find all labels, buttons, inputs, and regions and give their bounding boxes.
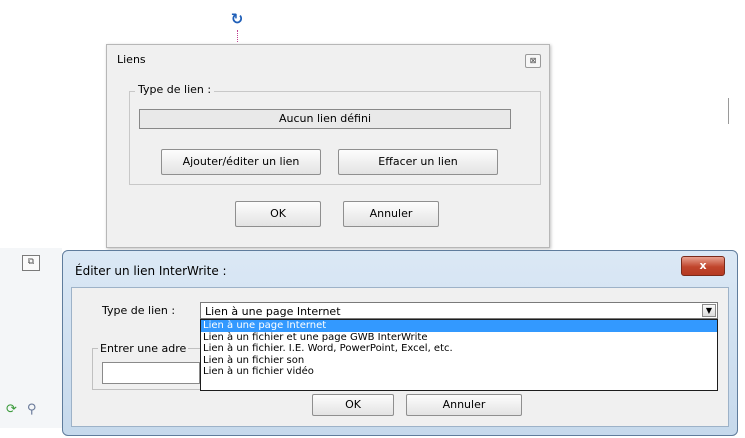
address-input[interactable] <box>102 362 200 384</box>
cancel-button[interactable]: Annuler <box>343 201 439 227</box>
link-type-select[interactable]: Lien à une page Internet ▼ <box>200 302 718 319</box>
dropdown-option[interactable]: Lien à un fichier. I.E. Word, PowerPoint… <box>201 343 717 355</box>
dialog-body: Type de lien : Lien à une page Internet … <box>71 287 729 427</box>
add-edit-link-button[interactable]: Ajouter/éditer un lien <box>161 149 321 175</box>
edit-interwrite-link-dialog: Éditer un lien InterWrite : x Type de li… <box>62 250 738 436</box>
rotate-handle-connector <box>237 30 239 42</box>
cancel-button[interactable]: Annuler <box>406 394 522 416</box>
link-type-dropdown-list: Lien à une page Internet Lien à un fichi… <box>200 319 718 391</box>
dropdown-option[interactable]: Lien à un fichier vidéo <box>201 366 717 378</box>
liens-dialog: Liens ⊠ Type de lien : Aucun lien défini… <box>106 44 550 248</box>
bottom-toolbar: ⟳ ⚲ <box>6 402 36 417</box>
close-icon[interactable]: ⊠ <box>525 54 541 68</box>
refresh-icon[interactable]: ⟳ <box>6 402 17 417</box>
link-type-value: Lien à une page Internet <box>205 305 341 318</box>
copy-window-icon[interactable]: ⧉ <box>22 255 40 271</box>
current-link-display: Aucun lien défini <box>139 109 511 129</box>
ok-button[interactable]: OK <box>312 394 394 416</box>
text-cursor-marker <box>728 98 729 124</box>
dialog-title: Éditer un lien InterWrite : <box>75 264 227 278</box>
tool-icon[interactable]: ⚲ <box>27 402 37 417</box>
address-label: Entrer une adre <box>98 342 189 355</box>
dropdown-option[interactable]: Lien à une page Internet <box>201 320 717 332</box>
close-button[interactable]: x <box>681 256 725 276</box>
link-type-label: Type de lien : <box>135 83 215 96</box>
chevron-down-icon[interactable]: ▼ <box>702 304 716 317</box>
dropdown-option[interactable]: Lien à un fichier son <box>201 355 717 367</box>
clear-link-button[interactable]: Effacer un lien <box>338 149 498 175</box>
ok-button[interactable]: OK <box>235 201 321 227</box>
toolbar-strip <box>0 248 62 428</box>
rotate-icon[interactable]: ↻ <box>228 10 246 30</box>
dropdown-option[interactable]: Lien à un fichier et une page GWB InterW… <box>201 332 717 344</box>
link-type-label: Type de lien : <box>102 304 176 317</box>
dialog-title: Liens <box>117 53 146 66</box>
